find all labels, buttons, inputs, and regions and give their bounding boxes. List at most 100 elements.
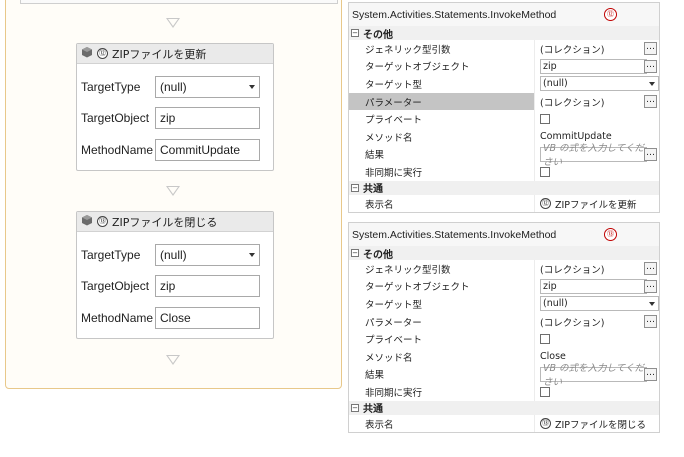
target-object-field[interactable]: zip xyxy=(540,58,647,74)
property-name: パラメーター xyxy=(349,92,535,111)
method-name-input[interactable]: CommitUpdate xyxy=(155,139,260,161)
property-value[interactable] xyxy=(535,330,659,348)
collapse-icon[interactable]: − xyxy=(351,29,359,37)
property-grid-update: System.Activities.Statements.InvokeMetho… xyxy=(348,2,660,214)
property-value[interactable] xyxy=(535,163,659,181)
property-value[interactable]: (コレクション) … xyxy=(535,313,659,331)
flow-arrow-icon xyxy=(166,186,180,196)
property-value[interactable]: VB の式を入力してください … xyxy=(535,143,659,168)
target-type-select[interactable]: (null) xyxy=(540,76,659,92)
select-value: (null) xyxy=(543,298,568,310)
field-label: TargetObject xyxy=(81,279,150,293)
category-misc[interactable]: − その他 xyxy=(349,246,659,261)
property-value[interactable]: (コレクション) … xyxy=(535,40,659,58)
property-value[interactable]: zip … xyxy=(535,278,659,296)
property-name: ターゲット型 xyxy=(349,295,535,313)
activity-card-close[interactable]: ⑬ ZIPファイルを閉じる TargetType (null) TargetOb… xyxy=(76,211,274,339)
property-row-target-type[interactable]: ターゲット型 (null) xyxy=(349,75,659,93)
property-row-display-name[interactable]: 表示名 ⑫ ZIPファイルを更新 xyxy=(349,194,659,213)
ellipsis-button[interactable]: … xyxy=(644,147,657,161)
category-common[interactable]: − 共通 xyxy=(349,400,659,415)
ellipsis-button[interactable]: … xyxy=(644,59,657,73)
property-row-target-object[interactable]: ターゲットオブジェクト zip … xyxy=(349,57,659,76)
run-async-checkbox[interactable] xyxy=(540,386,550,397)
property-row-run-async[interactable]: 非同期に実行 xyxy=(349,383,659,401)
activity-header[interactable]: ⑫ ZIPファイルを更新 xyxy=(77,44,273,64)
field-target-object: TargetObject zip xyxy=(81,275,260,297)
property-grid-close: System.Activities.Statements.InvokeMetho… xyxy=(348,222,660,434)
collapse-icon[interactable]: − xyxy=(351,249,359,257)
property-name: ターゲット型 xyxy=(349,75,535,93)
ellipsis-button[interactable]: … xyxy=(644,262,657,275)
property-row-generic-args[interactable]: ジェネリック型引数 (コレクション) … xyxy=(349,40,659,58)
property-name: ターゲットオブジェクト xyxy=(349,57,535,76)
property-value-text: (コレクション) xyxy=(540,264,605,276)
property-grid-title: System.Activities.Statements.InvokeMetho… xyxy=(349,223,659,246)
dropdown-arrow-icon xyxy=(249,85,255,89)
property-row-result[interactable]: 結果 VB の式を入力してください … xyxy=(349,363,659,388)
result-expression-input[interactable]: VB の式を入力してください xyxy=(540,363,647,388)
step-marker-badge: ⑫ xyxy=(604,8,617,21)
property-value[interactable] xyxy=(535,383,659,401)
property-value[interactable]: ⑫ ZIPファイルを更新 xyxy=(535,195,659,213)
property-row-target-object[interactable]: ターゲットオブジェクト zip … xyxy=(349,277,659,296)
property-row-result[interactable]: 結果 VB の式を入力してください … xyxy=(349,143,659,168)
property-value-text: (コレクション) xyxy=(540,97,605,109)
display-name-value[interactable]: ZIPファイルを閉じる xyxy=(555,417,646,431)
property-value[interactable]: (null) xyxy=(535,295,659,313)
property-value[interactable]: (コレクション) … xyxy=(535,93,659,111)
property-value[interactable]: VB の式を入力してください … xyxy=(535,363,659,388)
collapse-icon[interactable]: − xyxy=(351,183,359,192)
target-object-input[interactable]: zip xyxy=(155,107,260,129)
property-value-text: (コレクション) xyxy=(540,317,605,329)
property-value[interactable] xyxy=(535,110,659,128)
category-common[interactable]: − 共通 xyxy=(349,180,659,195)
private-checkbox[interactable] xyxy=(540,334,550,345)
property-value[interactable]: (コレクション) … xyxy=(535,260,659,278)
category-misc[interactable]: − その他 xyxy=(349,26,659,41)
property-value-text: (コレクション) xyxy=(540,44,605,56)
property-name: 非同期に実行 xyxy=(349,383,535,401)
property-row-target-type[interactable]: ターゲット型 (null) xyxy=(349,295,659,313)
private-checkbox[interactable] xyxy=(540,114,550,125)
property-name: 表示名 xyxy=(349,414,535,433)
dropdown-arrow-icon xyxy=(649,81,655,86)
target-object-field[interactable]: zip xyxy=(540,278,647,294)
method-name-input[interactable]: Close xyxy=(155,307,260,329)
ellipsis-button[interactable]: … xyxy=(644,42,657,55)
property-row-private[interactable]: プライベート xyxy=(349,110,659,128)
activity-title: ZIPファイルを更新 xyxy=(112,47,207,61)
target-type-select[interactable]: (null) xyxy=(540,296,659,312)
ellipsis-button[interactable]: … xyxy=(644,279,657,293)
activity-card-update[interactable]: ⑫ ZIPファイルを更新 TargetType (null) TargetObj… xyxy=(76,43,274,171)
activity-header[interactable]: ⑬ ZIPファイルを閉じる xyxy=(77,212,273,232)
property-row-parameters[interactable]: パラメーター (コレクション) … xyxy=(349,312,659,331)
run-async-checkbox[interactable] xyxy=(540,166,550,177)
ellipsis-button[interactable]: … xyxy=(644,314,657,328)
field-label: TargetType xyxy=(81,80,141,94)
property-row-display-name[interactable]: 表示名 ⑬ ZIPファイルを閉じる xyxy=(349,414,659,433)
property-name: メソッド名 xyxy=(349,347,535,366)
property-name: プライベート xyxy=(349,110,535,128)
target-type-select[interactable]: (null) xyxy=(155,244,260,266)
property-name: パラメーター xyxy=(349,312,535,331)
result-expression-input[interactable]: VB の式を入力してください xyxy=(540,143,647,168)
target-object-input[interactable]: zip xyxy=(155,275,260,297)
property-row-run-async[interactable]: 非同期に実行 xyxy=(349,163,659,181)
property-value[interactable]: (null) xyxy=(535,75,659,93)
field-label: MethodName xyxy=(81,143,154,157)
ellipsis-button[interactable]: … xyxy=(644,367,657,381)
dropdown-arrow-icon xyxy=(649,301,655,306)
step-marker-badge: ⑬ xyxy=(604,228,617,241)
property-row-parameters[interactable]: パラメーター (コレクション) … xyxy=(349,92,659,111)
ellipsis-button[interactable]: … xyxy=(644,94,657,108)
property-value[interactable]: zip … xyxy=(535,58,659,76)
target-type-select[interactable]: (null) xyxy=(155,76,260,98)
property-row-generic-args[interactable]: ジェネリック型引数 (コレクション) … xyxy=(349,260,659,278)
property-name: 結果 xyxy=(349,365,535,384)
dropdown-arrow-icon xyxy=(249,253,255,257)
display-name-value[interactable]: ZIPファイルを更新 xyxy=(555,197,637,211)
collapse-icon[interactable]: − xyxy=(351,403,359,412)
property-value[interactable]: ⑬ ZIPファイルを閉じる xyxy=(535,415,659,433)
property-row-private[interactable]: プライベート xyxy=(349,330,659,348)
